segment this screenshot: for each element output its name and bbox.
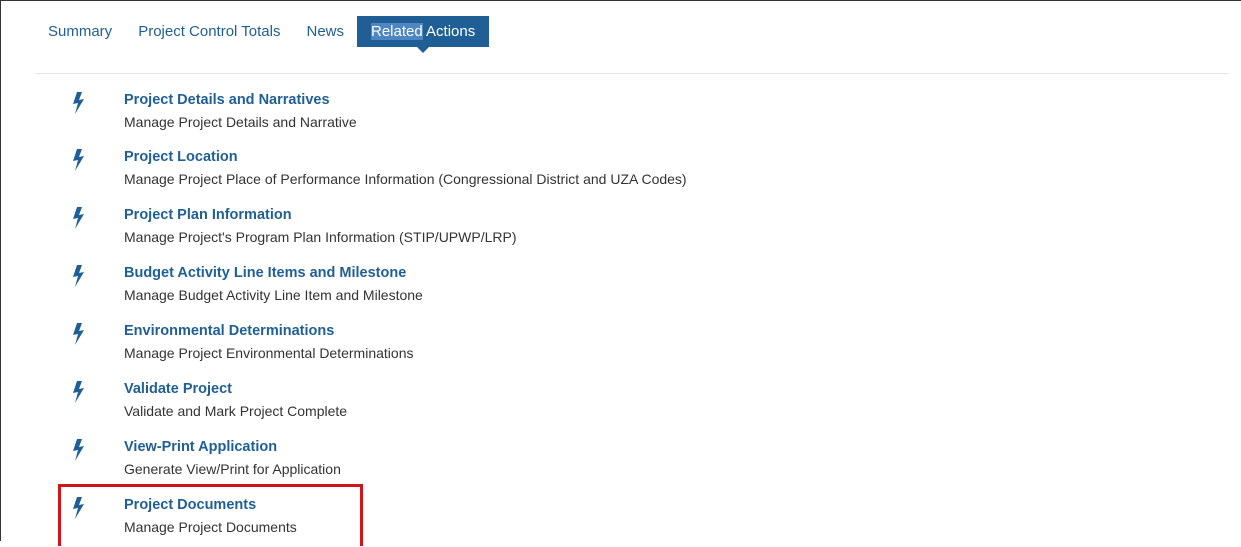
bolt-icon (70, 381, 88, 403)
tab-project-control-totals[interactable]: Project Control Totals (125, 16, 293, 47)
action-description: Manage Project Details and Narrative (124, 114, 357, 130)
tab-related-actions[interactable]: Related Actions (357, 16, 490, 53)
action-link-budget-activity[interactable]: Budget Activity Line Items and Milestone (124, 265, 406, 281)
highlight-box (58, 484, 363, 546)
action-item-environmental: Environmental Determinations Manage Proj… (0, 323, 1000, 373)
action-item-project-plan: Project Plan Information Manage Project'… (0, 207, 1000, 257)
bolt-icon (70, 149, 88, 171)
action-link-validate[interactable]: Validate Project (124, 381, 232, 397)
action-description: Validate and Mark Project Complete (124, 403, 348, 419)
tab-divider (36, 73, 1228, 74)
bolt-icon (70, 265, 88, 287)
window-top-border (0, 0, 1241, 1)
action-description: Manage Project Environmental Determinati… (124, 345, 414, 361)
tab-bar: Summary Project Control Totals News Rela… (36, 16, 490, 53)
bolt-icon (70, 323, 88, 345)
action-description: Manage Project's Program Plan Informatio… (124, 229, 517, 245)
action-description: Generate View/Print for Application (124, 461, 341, 477)
action-item-budget-activity: Budget Activity Line Items and Milestone… (0, 265, 1000, 315)
action-link-view-print[interactable]: View-Print Application (124, 439, 277, 455)
action-link-project-location[interactable]: Project Location (124, 149, 238, 165)
action-item-project-location: Project Location Manage Project Place of… (0, 149, 1000, 199)
action-link-project-details[interactable]: Project Details and Narratives (124, 92, 330, 108)
action-item-project-details: Project Details and Narratives Manage Pr… (0, 92, 1000, 142)
action-item-validate: Validate Project Validate and Mark Proje… (0, 381, 1000, 431)
bolt-icon (70, 92, 88, 114)
tab-summary[interactable]: Summary (36, 16, 125, 47)
action-link-project-plan[interactable]: Project Plan Information (124, 207, 292, 223)
action-description: Manage Project Place of Performance Info… (124, 171, 687, 187)
action-item-view-print: View-Print Application Generate View/Pri… (0, 439, 1000, 489)
tab-news[interactable]: News (293, 16, 357, 47)
tab-related-actions-label-selected: Related (371, 23, 423, 40)
bolt-icon (70, 207, 88, 229)
tab-related-actions-label-rest: Actions (422, 23, 476, 40)
action-link-environmental[interactable]: Environmental Determinations (124, 323, 334, 339)
action-description: Manage Budget Activity Line Item and Mil… (124, 287, 423, 303)
bolt-icon (70, 439, 88, 461)
